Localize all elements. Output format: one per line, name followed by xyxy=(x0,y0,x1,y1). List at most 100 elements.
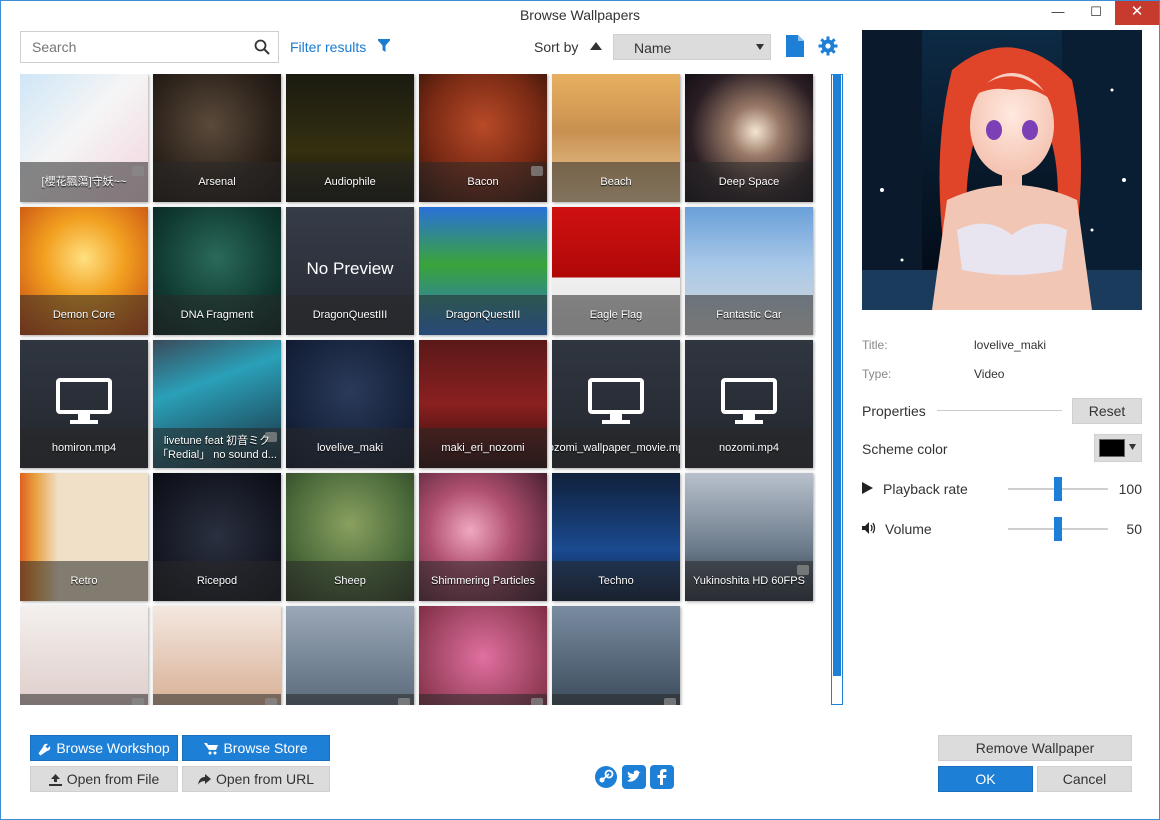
chevron-down-icon xyxy=(1129,444,1136,450)
wallpaper-title: Ricepod xyxy=(153,561,281,601)
file-icon[interactable] xyxy=(786,35,804,57)
wallpaper-tile[interactable]: lovelive_maki xyxy=(286,340,414,468)
search-input[interactable] xyxy=(21,32,241,62)
search-box xyxy=(20,31,279,63)
wallpaper-tile[interactable]: Sheep xyxy=(286,473,414,601)
wallpaper-preview xyxy=(862,30,1142,310)
monitor-icon xyxy=(56,378,112,424)
cart-icon xyxy=(204,743,219,755)
wallpaper-thumbnail xyxy=(20,606,148,705)
remove-wallpaper-button[interactable]: Remove Wallpaper xyxy=(938,735,1132,761)
open-from-url-button[interactable]: Open from URL xyxy=(182,766,330,792)
wallpaper-title: nozomi_wallpaper_movie.mp4 xyxy=(552,428,680,468)
wallpaper-tile[interactable]: DNA Fragment xyxy=(153,207,281,335)
scheme-color-picker[interactable] xyxy=(1094,434,1142,462)
wallpaper-tile[interactable]: Retro xyxy=(20,473,148,601)
title-bar: Browse Wallpapers — ☐ ✕ xyxy=(1,1,1159,29)
no-preview-text: No Preview xyxy=(306,259,394,278)
browse-workshop-label: Browse Workshop xyxy=(56,740,170,756)
open-from-file-label: Open from File xyxy=(66,771,160,787)
playback-rate-slider-thumb[interactable] xyxy=(1054,477,1062,501)
close-button[interactable]: ✕ xyxy=(1115,1,1159,25)
properties-divider xyxy=(937,410,1062,411)
volume-slider-thumb[interactable] xyxy=(1054,517,1062,541)
wallpaper-tile[interactable]: maki_eri_nozomi xyxy=(419,340,547,468)
maximize-button[interactable]: ☐ xyxy=(1081,1,1111,25)
wrench-icon xyxy=(38,743,51,756)
grid-scrollbar-thumb[interactable] xyxy=(833,74,841,676)
wallpaper-tile[interactable]: Yukinoshita HD 60FPS xyxy=(685,473,813,601)
sort-ascending-icon[interactable] xyxy=(590,42,602,50)
preview-image xyxy=(862,30,1142,310)
scheme-color-swatch xyxy=(1099,439,1125,457)
sort-select[interactable]: Name xyxy=(613,34,771,60)
browse-wallpapers-dialog: Browse Wallpapers — ☐ ✕ Filter results S… xyxy=(0,0,1160,820)
wallpaper-tile[interactable]: No Preview DragonQuestIII xyxy=(286,207,414,335)
filter-icon[interactable] xyxy=(378,39,390,53)
wallpaper-tile[interactable] xyxy=(419,606,547,705)
wallpaper-tile[interactable]: Fantastic Car xyxy=(685,207,813,335)
wallpaper-tile[interactable]: Arsenal xyxy=(153,74,281,202)
wallpaper-tile[interactable]: Eagle Flag xyxy=(552,207,680,335)
filter-results-link[interactable]: Filter results xyxy=(290,39,366,55)
play-icon xyxy=(862,482,873,494)
wallpaper-tile[interactable]: Ricepod xyxy=(153,473,281,601)
wallpaper-title xyxy=(552,694,680,705)
minimize-button[interactable]: — xyxy=(1043,1,1073,25)
wallpaper-title xyxy=(419,694,547,705)
reset-button[interactable]: Reset xyxy=(1072,398,1142,424)
steam-icon[interactable] xyxy=(594,765,618,789)
browse-workshop-button[interactable]: Browse Workshop xyxy=(30,735,178,761)
wallpaper-thumbnail xyxy=(286,606,414,705)
scheme-color-label: Scheme color xyxy=(862,441,948,457)
wallpaper-title: Eagle Flag xyxy=(552,295,680,335)
properties-label: Properties xyxy=(862,403,926,419)
wallpaper-title: DragonQuestIII xyxy=(286,295,414,335)
wallpaper-tile[interactable]: Audiophile xyxy=(286,74,414,202)
wallpaper-tile[interactable] xyxy=(153,606,281,705)
wallpaper-thumbnail xyxy=(552,606,680,705)
wallpaper-tile[interactable]: DragonQuestIII xyxy=(419,207,547,335)
wallpaper-tile[interactable]: Deep Space xyxy=(685,74,813,202)
monitor-icon xyxy=(588,378,644,424)
wallpaper-title: Audiophile xyxy=(286,162,414,202)
wallpaper-title: Retro xyxy=(20,561,148,601)
facebook-icon[interactable] xyxy=(650,765,674,789)
title-label: Title: xyxy=(862,338,888,352)
browse-store-button[interactable]: Browse Store xyxy=(182,735,330,761)
gear-icon[interactable] xyxy=(818,36,838,56)
wallpaper-tile[interactable]: Beach xyxy=(552,74,680,202)
wallpaper-tile[interactable]: nozomi.mp4 xyxy=(685,340,813,468)
wallpaper-title: Demon Core xyxy=(20,295,148,335)
search-icon[interactable] xyxy=(254,39,270,55)
wallpaper-tile[interactable]: homiron.mp4 xyxy=(20,340,148,468)
wallpaper-tile[interactable] xyxy=(552,606,680,705)
browse-store-label: Browse Store xyxy=(223,740,308,756)
wallpaper-tile[interactable] xyxy=(286,606,414,705)
wallpaper-tile[interactable]: livetune feat 初音ミク 「Redial」 no sound d..… xyxy=(153,340,281,468)
wallpaper-tile[interactable]: [櫻花飄蕩]守妖~~ xyxy=(20,74,148,202)
wallpaper-tile[interactable]: nozomi_wallpaper_movie.mp4 xyxy=(552,340,680,468)
wallpaper-title: Shimmering Particles xyxy=(419,561,547,601)
wallpaper-title xyxy=(153,694,281,705)
wallpaper-title xyxy=(20,694,148,705)
volume-label: Volume xyxy=(885,521,932,537)
wallpaper-tile[interactable]: Demon Core xyxy=(20,207,148,335)
chevron-down-icon xyxy=(756,44,764,50)
title-value: lovelive_maki xyxy=(974,338,1047,352)
wallpaper-grid: [櫻花飄蕩]守妖~~ Arsenal Audiophile Bacon Beach Dee… xyxy=(20,74,816,705)
wallpaper-title: maki_eri_nozomi xyxy=(419,428,547,468)
cancel-button[interactable]: Cancel xyxy=(1037,766,1132,792)
wallpaper-title: Bacon xyxy=(419,162,547,202)
wallpaper-title: lovelive_maki xyxy=(286,428,414,468)
wallpaper-tile[interactable]: Techno xyxy=(552,473,680,601)
wallpaper-tile[interactable] xyxy=(20,606,148,705)
wallpaper-title: homiron.mp4 xyxy=(20,428,148,468)
wallpaper-tile[interactable]: Shimmering Particles xyxy=(419,473,547,601)
wallpaper-tile[interactable]: Bacon xyxy=(419,74,547,202)
playback-rate-label: Playback rate xyxy=(883,481,968,497)
open-from-file-button[interactable]: Open from File xyxy=(30,766,178,792)
twitter-icon[interactable] xyxy=(622,765,646,789)
ok-button[interactable]: OK xyxy=(938,766,1033,792)
wallpaper-title: Arsenal xyxy=(153,162,281,202)
